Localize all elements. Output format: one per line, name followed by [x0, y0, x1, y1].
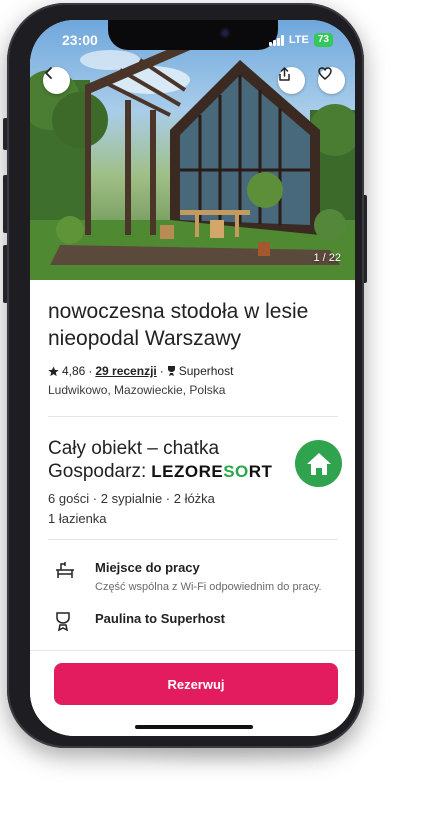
- rating-row: 4,86 · 29 recenzji · Superhost: [48, 364, 338, 378]
- host-brand-logo: LEZORESORT: [151, 462, 273, 481]
- reviews-link[interactable]: 29 recenzji: [95, 364, 156, 378]
- signal-icon: [268, 34, 284, 46]
- guests-bedrooms-beds: 6 gości · 2 sypialnie · 2 łóżka: [48, 491, 215, 506]
- barn-photo-illustration: [30, 40, 355, 280]
- feature-superhost: Paulina to Superhost: [48, 611, 338, 631]
- status-indicators: LTE 73: [268, 33, 333, 47]
- rating-value: 4,86: [62, 364, 86, 378]
- listing-photo[interactable]: 23:00 LTE 73 1 / 22: [30, 20, 355, 280]
- share-button[interactable]: [278, 67, 305, 94]
- meta-separator: ·: [159, 364, 164, 378]
- host-avatar[interactable]: [295, 440, 342, 487]
- home-indicator[interactable]: [135, 725, 253, 729]
- battery-icon: 73: [313, 33, 333, 47]
- house-icon: [306, 452, 331, 475]
- back-button[interactable]: [43, 67, 70, 94]
- host-details: 6 gości · 2 sypialnie · 2 łóżka 1 łazien…: [48, 489, 338, 529]
- feature-workspace: Miejsce do pracy Część wspólna z Wi-Fi o…: [48, 560, 338, 595]
- section-divider: [48, 416, 338, 417]
- host-section: Cały obiekt – chatka Gospodarz: LEZORESO…: [48, 437, 342, 529]
- superhost-icon: [167, 366, 175, 376]
- front-camera: [220, 28, 230, 38]
- favorite-button[interactable]: [318, 67, 345, 94]
- heart-icon: [318, 67, 332, 80]
- workspace-icon: [56, 562, 74, 578]
- phone-frame: 23:00 LTE 73 1 / 22 nowoczesna stodoła w…: [7, 3, 364, 748]
- listing-title: nowoczesna stodoła w lesie nieopodal War…: [48, 300, 309, 350]
- reserve-button[interactable]: Rezerwuj: [54, 663, 338, 705]
- chevron-left-icon: [45, 67, 52, 79]
- bathrooms: 1 łazienka: [48, 511, 107, 526]
- meta-separator: ·: [88, 364, 93, 378]
- status-time: 23:00: [62, 32, 98, 48]
- star-icon: [48, 365, 59, 376]
- listing-content: nowoczesna stodoła w lesie nieopodal War…: [48, 280, 342, 631]
- host-prefix: Gospodarz:: [48, 461, 147, 482]
- trophy-icon: [56, 612, 70, 631]
- photo-counter: 1 / 22: [313, 252, 341, 264]
- phone-notch: [108, 20, 278, 50]
- feature-description: Część wspólna z Wi-Fi odpowiednim do pra…: [95, 581, 322, 593]
- listing-location: Ludwikowo, Mazowieckie, Polska: [48, 383, 226, 397]
- share-icon: [279, 67, 290, 81]
- bottom-bar: Rezerwuj: [30, 650, 355, 736]
- section-divider: [48, 539, 338, 540]
- phone-screen: 23:00 LTE 73 1 / 22 nowoczesna stodoła w…: [30, 20, 355, 736]
- property-type: Cały obiekt – chatka: [48, 438, 220, 459]
- superhost-label: Superhost: [178, 364, 234, 378]
- feature-title: Paulina to Superhost: [95, 611, 226, 626]
- feature-title: Miejsce do pracy: [95, 560, 200, 575]
- network-label: LTE: [288, 34, 309, 46]
